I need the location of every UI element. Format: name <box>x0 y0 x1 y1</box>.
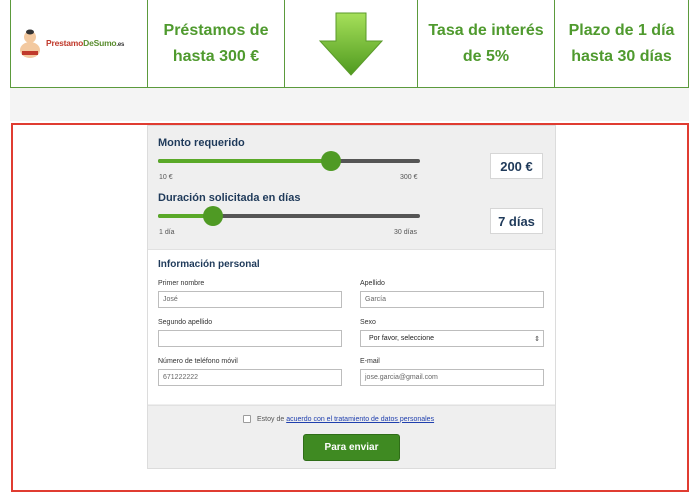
logo-cell: PrestamoDeSumo.es <box>11 0 148 87</box>
interest-rate-cell: Tasa de interés de 5% <box>418 0 555 87</box>
amount-label: Monto requerido <box>158 137 245 149</box>
duration-slider[interactable] <box>158 206 420 226</box>
personal-info-section: Información personal Primer nombre José … <box>148 249 555 404</box>
first-name-label: Primer nombre <box>158 280 205 287</box>
loan-line2: hasta 300 € <box>172 47 260 65</box>
down-arrow-icon <box>318 12 384 76</box>
phone-label: Número de teléfono móvil <box>158 358 238 365</box>
slider-section: Monto requerido 10 € 300 € 200 € Duració… <box>148 126 555 248</box>
amount-slider[interactable] <box>158 151 420 171</box>
phone-input[interactable]: 671222222 <box>158 369 342 386</box>
email-label: E-mail <box>360 358 380 365</box>
sumo-mascot-icon <box>20 29 40 58</box>
amount-min-label: 10 € <box>159 174 173 181</box>
duration-max-label: 30 días <box>394 229 417 236</box>
duration-slider-handle[interactable] <box>203 206 224 226</box>
consent-row: Estoy de acuerdo con el tratamiento de d… <box>243 415 434 423</box>
last-name-label: Apellido <box>360 280 385 287</box>
duration-min-label: 1 día <box>159 229 175 236</box>
site-logo[interactable]: PrestamoDeSumo.es <box>17 29 124 59</box>
personal-info-title: Información personal <box>158 259 260 270</box>
rate-line1: Tasa de interés <box>428 21 544 39</box>
header-banner: PrestamoDeSumo.es Préstamos de hasta 300 … <box>10 0 689 88</box>
second-last-name-label: Segundo apellido <box>158 319 213 326</box>
sex-label: Sexo <box>360 319 376 326</box>
first-name-input[interactable]: José <box>158 291 342 308</box>
loan-amount-cell: Préstamos de hasta 300 € <box>148 0 285 87</box>
term-line2: hasta 30 días <box>571 47 672 65</box>
amount-slider-fill <box>158 159 331 163</box>
amount-slider-handle[interactable] <box>320 151 341 171</box>
sex-select[interactable]: Por favor, seleccione ⇕ <box>360 330 544 347</box>
consent-checkbox[interactable] <box>243 415 251 423</box>
amount-max-label: 300 € <box>400 174 418 181</box>
term-cell: Plazo de 1 día hasta 30 días <box>555 0 688 87</box>
loan-form-panel: Monto requerido 10 € 300 € 200 € Duració… <box>147 125 556 469</box>
logo-text: PrestamoDeSumo.es <box>46 37 125 48</box>
consent-text: Estoy de acuerdo con el tratamiento de d… <box>257 415 435 423</box>
amount-value: 200 € <box>490 153 543 179</box>
loan-line1: Préstamos de <box>163 21 269 39</box>
consent-link[interactable]: acuerdo con el tratamiento de datos pers… <box>286 416 434 423</box>
email-input[interactable]: jose.garcia@gmail.com <box>360 369 544 386</box>
duration-label: Duración solicitada en días <box>158 192 301 204</box>
rate-line2: de 5% <box>462 47 510 65</box>
sex-select-value: Por favor, seleccione <box>369 335 434 342</box>
second-last-name-input[interactable] <box>158 330 342 347</box>
duration-value: 7 días <box>490 208 543 234</box>
arrow-cell <box>285 0 418 87</box>
last-name-input[interactable]: García <box>360 291 544 308</box>
gray-band <box>10 88 689 121</box>
submit-button[interactable]: Para enviar <box>303 434 400 461</box>
form-footer: Estoy de acuerdo con el tratamiento de d… <box>148 405 555 468</box>
select-updown-icon: ⇕ <box>534 335 540 343</box>
term-line1: Plazo de 1 día <box>568 21 675 39</box>
